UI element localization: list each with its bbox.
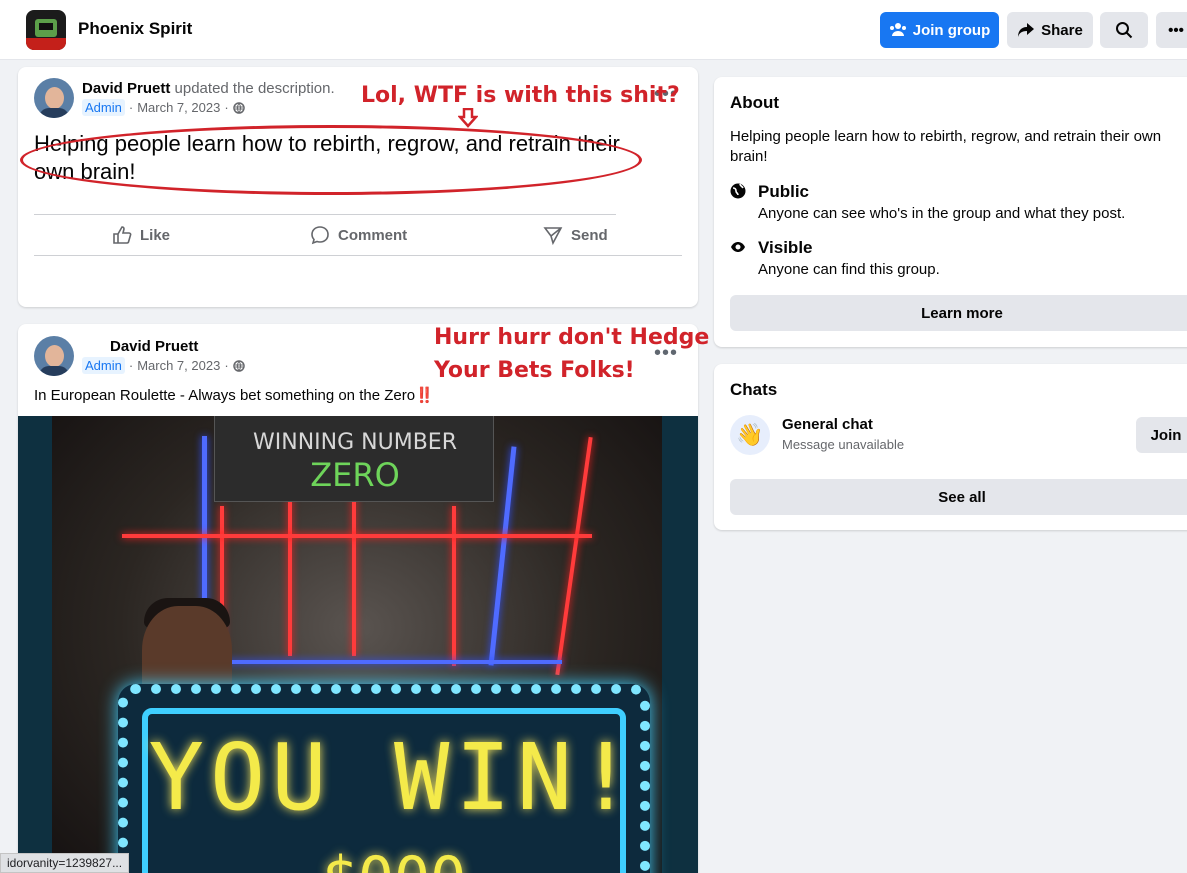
annotation-line: Hurr hurr don't Hedge	[434, 325, 710, 350]
divider	[34, 214, 616, 215]
post-date[interactable]: March 7, 2023	[137, 358, 220, 373]
waving-hand-icon[interactable]: 👋	[730, 415, 770, 455]
search-icon	[1116, 22, 1133, 39]
chats-card: Chats 👋 General chat Message unavailable…	[714, 364, 1187, 530]
chat-status: Message unavailable	[782, 437, 905, 452]
privacy-description: Anyone can see who's in the group and wh…	[758, 205, 1126, 222]
like-button[interactable]: Like	[112, 222, 170, 248]
post-date[interactable]: March 7, 2023	[137, 100, 220, 115]
share-icon	[1018, 23, 1035, 37]
post-action-text: updated the description.	[174, 80, 335, 97]
admin-badge: Admin	[82, 99, 125, 116]
group-title[interactable]: Phoenix Spirit	[78, 19, 192, 39]
chats-heading: Chats	[730, 380, 778, 399]
win-amount: $000	[128, 844, 660, 873]
post-author: David Pruett updated the description.	[82, 80, 335, 97]
red-text-annotation: Hurr hurr don't Hedge Your Bets Folks!	[434, 321, 709, 387]
see-all-chats-button[interactable]: See all	[730, 479, 1187, 515]
post-meta: Admin · March 7, 2023 ·	[82, 99, 245, 116]
visibility-title: Visible	[758, 238, 813, 257]
share-button[interactable]: Share	[1007, 12, 1093, 48]
group-logo[interactable]	[26, 10, 66, 50]
you-win-sign: YOU WIN! $000	[118, 684, 650, 873]
annotation-line: Your Bets Folks!	[434, 358, 635, 383]
join-group-button[interactable]: Join group	[880, 12, 999, 48]
send-icon	[543, 227, 563, 245]
you-win-text: YOU WIN!	[148, 724, 640, 831]
send-label: Send	[571, 226, 608, 244]
post-image[interactable]: WINNING NUMBER ZERO YOU WIN! $000	[18, 416, 698, 873]
eye-icon	[731, 242, 745, 252]
group-icon	[889, 23, 906, 36]
join-chat-button[interactable]: Join	[1136, 417, 1187, 453]
more-icon: •••	[1168, 21, 1184, 39]
send-button[interactable]: Send	[543, 222, 608, 248]
author-name[interactable]: David Pruett	[110, 338, 198, 355]
winning-number-board: WINNING NUMBER ZERO	[214, 416, 494, 502]
join-group-label: Join group	[912, 21, 991, 39]
share-label: Share	[1041, 21, 1083, 39]
arrow-annotation-icon	[458, 108, 478, 128]
red-text-annotation: Lol, WTF is with this shit?	[361, 83, 680, 108]
post-meta: Admin · March 7, 2023 ·	[82, 357, 245, 374]
group-header: Phoenix Spirit Join group Share •••	[0, 0, 1187, 60]
winning-number-label: WINNING NUMBER	[253, 430, 457, 455]
globe-icon	[232, 359, 245, 372]
about-description: Helping people learn how to rebirth, reg…	[730, 128, 1162, 165]
browser-status-url: idorvanity=1239827...	[0, 853, 130, 873]
like-label: Like	[140, 226, 171, 244]
author-avatar[interactable]	[34, 336, 74, 376]
about-card: About Helping people learn how to rebirt…	[714, 77, 1187, 347]
chat-name[interactable]: General chat	[782, 416, 873, 433]
roulette-post: David Pruett Admin · March 7, 2023 · •••…	[18, 324, 698, 873]
winning-number: ZERO	[310, 456, 400, 494]
comment-icon	[311, 226, 329, 245]
comment-button[interactable]: Comment	[310, 222, 407, 248]
author-name[interactable]: David Pruett	[82, 80, 170, 97]
globe-icon	[730, 183, 746, 199]
red-circle-annotation	[20, 125, 642, 195]
post-text: In European Roulette - Always bet someth…	[34, 387, 434, 404]
comment-label: Comment	[338, 226, 408, 244]
visibility-description: Anyone can find this group.	[758, 261, 940, 278]
search-button[interactable]	[1100, 12, 1148, 48]
globe-icon	[232, 101, 245, 114]
admin-badge: Admin	[82, 357, 125, 374]
learn-more-button[interactable]: Learn more	[730, 295, 1187, 331]
about-heading: About	[730, 93, 780, 112]
thumbs-up-icon	[113, 226, 132, 244]
divider	[34, 255, 682, 256]
author-avatar[interactable]	[34, 78, 74, 118]
privacy-title: Public	[758, 182, 810, 201]
more-options-button[interactable]: •••	[1156, 12, 1187, 48]
